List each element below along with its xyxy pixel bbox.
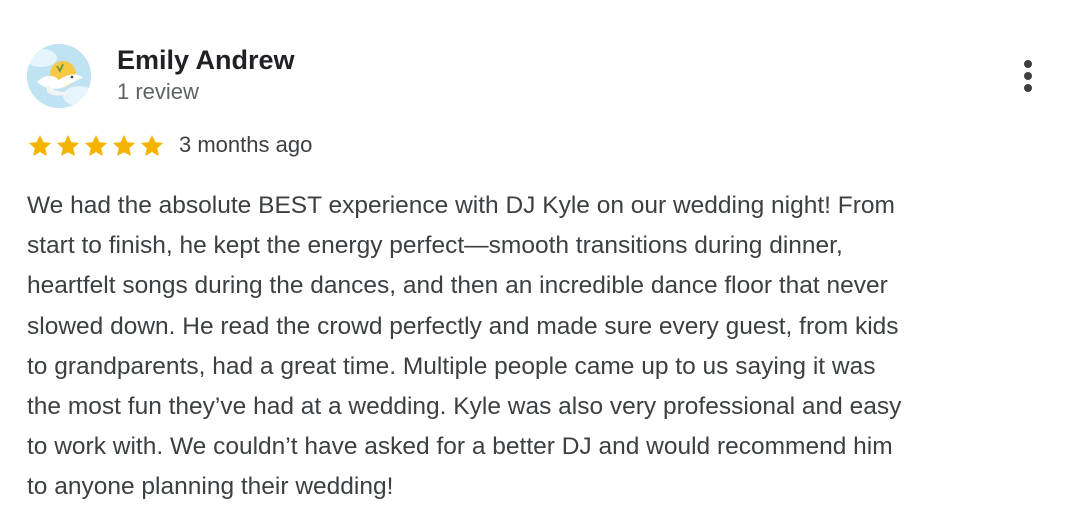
review-text-line: to grandparents, had a great time. Multi…	[27, 352, 876, 380]
review-text-line: We had the absolute BEST experience with…	[27, 192, 895, 219]
review-text-line: heartfelt songs during the dances, and t…	[27, 272, 888, 300]
star-icon	[84, 134, 108, 156]
avatar[interactable]	[27, 44, 91, 108]
review-text-line: the most fun they’ve had at a wedding. K…	[27, 393, 902, 421]
more-vert-icon-dot	[1024, 84, 1032, 92]
author-name[interactable]: Emily Andrew	[117, 45, 295, 76]
more-options-button[interactable]	[1014, 58, 1042, 94]
review-text-line: to anyone planning their wedding!	[27, 473, 394, 501]
review-text-line: slowed down. He read the crowd perfectly…	[27, 312, 899, 340]
star-icon	[28, 134, 52, 156]
star-rating	[27, 133, 165, 159]
star-icon	[56, 134, 80, 156]
star-icon	[140, 134, 164, 156]
star-icon	[112, 134, 136, 156]
review-card: Emily Andrew 1 review 3 months ago We ha…	[0, 0, 1080, 526]
review-text-line: start to finish, he kept the energy perf…	[27, 232, 843, 260]
dove-avatar-icon	[27, 44, 91, 108]
review-text: We had the absolute BEST experience with…	[27, 186, 1057, 508]
review-text-line: to work with. We couldn’t have asked for…	[27, 433, 893, 461]
more-vert-icon	[1024, 60, 1032, 68]
more-vert-icon-dot	[1024, 72, 1032, 80]
author-review-count: 1 review	[117, 79, 199, 104]
review-date: 3 months ago	[179, 132, 313, 157]
